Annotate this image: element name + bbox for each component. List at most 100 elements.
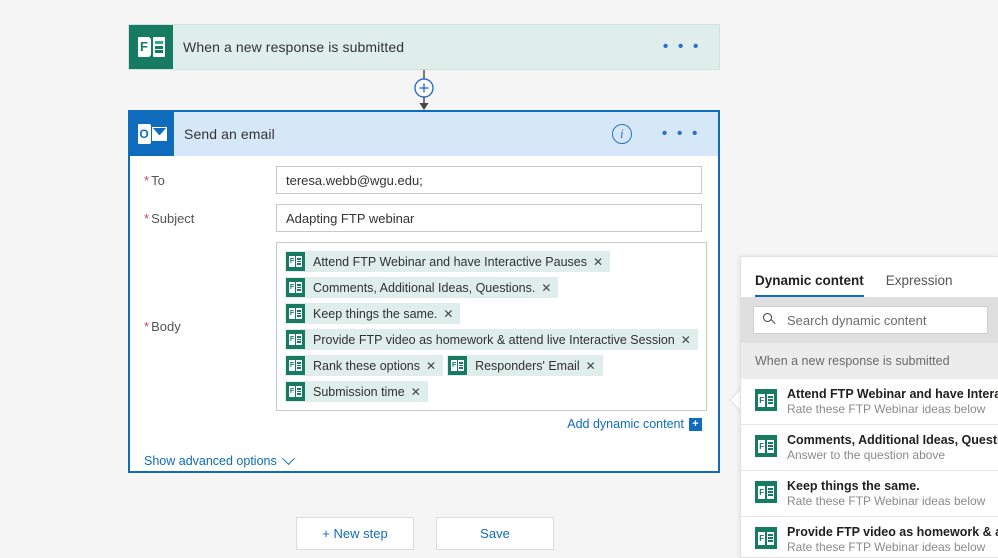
flow-designer-canvas: F When a new response is submitted • • •… [0,0,998,558]
list-item-title: Keep things the same. [787,479,920,493]
plus-icon: + [689,417,702,431]
trigger-card-when-a-new-response-is-submitted[interactable]: F When a new response is submitted • • • [128,24,720,70]
token-remove-icon[interactable]: ✕ [677,334,698,346]
field-row-to: * To [130,156,718,194]
add-dynamic-content-row: Add dynamic content + [130,411,718,431]
list-item-title: Provide FTP video as homework & a [787,525,998,539]
body-token-line: F Attend FTP Webinar and have Interactive… [285,251,698,272]
body-token-line: F Keep things the same. ✕ [285,303,698,324]
list-item-title: Comments, Additional Ideas, Questi [787,433,998,447]
add-dynamic-content-label: Add dynamic content [567,417,684,431]
show-advanced-options-button[interactable]: Show advanced options [144,451,295,468]
action-overflow-menu-icon[interactable]: • • • [644,126,718,142]
trigger-overflow-menu-icon[interactable]: • • • [645,39,719,55]
show-advanced-options-label: Show advanced options [144,454,277,468]
info-icon[interactable]: i [611,124,632,144]
token-label: Keep things the same. [313,306,438,321]
body-token-line: F Provide FTP video as homework & attend … [285,329,698,350]
microsoft-forms-icon: F [286,382,305,401]
list-item-subtitle: Rate these FTP Webinar ideas below [787,540,986,554]
required-marker: * [144,173,150,188]
token-label: Attend FTP Webinar and have Interactive … [313,254,587,269]
microsoft-forms-icon: F [755,481,777,503]
dynamic-content-token[interactable]: F Attend FTP Webinar and have Interactive… [285,251,611,272]
microsoft-forms-icon: F [755,389,777,411]
to-input[interactable] [276,166,702,194]
list-item[interactable]: F Attend FTP Webinar and have Intera Rate … [741,379,998,425]
dynamic-content-token[interactable]: F Submission time ✕ [285,381,428,402]
field-label-body: * Body [144,319,181,334]
microsoft-forms-icon: F [286,356,305,375]
list-item-subtitle: Rate these FTP Webinar ideas below [787,402,986,416]
microsoft-forms-icon: F [286,330,305,349]
list-item-subtitle: Rate these FTP Webinar ideas below [787,494,986,508]
token-label: Responders' Email [475,358,580,373]
tab-dynamic-content[interactable]: Dynamic content [755,273,864,297]
token-remove-icon[interactable]: ✕ [407,386,428,398]
token-remove-icon[interactable]: ✕ [537,282,558,294]
subject-input[interactable] [276,204,702,232]
dynamic-content-group-header: When a new response is submitted [741,343,998,379]
field-label-subject: * Subject [144,211,195,226]
action-form: *To *Subject *Body [130,156,718,468]
dynamic-content-token[interactable]: F Comments, Additional Ideas, Questions. ✕ [285,277,559,298]
required-marker: * [144,319,150,334]
add-dynamic-content-button[interactable]: Add dynamic content + [567,417,702,431]
dynamic-content-token[interactable]: F Responders' Email ✕ [447,355,603,376]
microsoft-forms-icon: F [755,435,777,457]
list-item-title: Attend FTP Webinar and have Intera [787,387,998,401]
field-row-subject: * Subject [130,194,718,232]
token-remove-icon[interactable]: ✕ [439,308,460,320]
flow-action-buttons: + New step Save [296,517,554,550]
dynamic-content-panel[interactable]: Dynamic content Expression Search dynami… [740,256,998,558]
dynamic-content-search-wrap: Search dynamic content [741,297,998,343]
flow-connector [414,70,434,110]
field-row-body: * Body F Attend FTP Webinar and have Inter… [130,232,718,411]
list-item[interactable]: F Comments, Additional Ideas, Questi Answe… [741,425,998,471]
list-item-text: Provide FTP video as homework & a Rate th… [787,525,998,554]
list-item-text: Attend FTP Webinar and have Intera Rate t… [787,387,998,416]
chevron-down-icon [281,451,295,465]
outlook-icon: O [130,112,174,156]
list-item-text: Keep things the same. Rate these FTP Webi… [787,479,988,508]
search-input-placeholder[interactable]: Search dynamic content [787,313,926,328]
body-token-line: F Submission time ✕ [285,381,698,402]
body-rich-text-editor[interactable]: F Attend FTP Webinar and have Interactive… [276,242,707,411]
dynamic-content-list: F Attend FTP Webinar and have Intera Rate … [741,379,998,557]
dynamic-content-token[interactable]: F Rank these options ✕ [285,355,444,376]
token-remove-icon[interactable]: ✕ [582,360,603,372]
tab-expression[interactable]: Expression [886,273,953,297]
microsoft-forms-icon: F [286,278,305,297]
action-card-header[interactable]: O Send an email i • • • [130,112,718,156]
microsoft-forms-icon: F [755,527,777,549]
action-card-send-an-email[interactable]: O Send an email i • • • *To *Su [128,110,720,473]
body-token-line: F Rank these options ✕ F Responders' Email ✕ [285,355,698,376]
dynamic-content-token[interactable]: F Provide FTP video as homework & attend … [285,329,698,350]
microsoft-forms-icon: F [286,252,305,271]
microsoft-forms-icon: F [129,25,173,69]
dynamic-content-tabs: Dynamic content Expression [741,257,998,297]
token-label: Comments, Additional Ideas, Questions. [313,280,536,295]
token-label: Provide FTP video as homework & attend l… [313,332,675,347]
required-marker: * [144,211,150,226]
trigger-card-title: When a new response is submitted [183,39,405,55]
save-button[interactable]: Save [436,517,554,550]
list-item-subtitle: Answer to the question above [787,448,946,462]
token-remove-icon[interactable]: ✕ [422,360,443,372]
dynamic-content-search-box[interactable]: Search dynamic content [753,306,988,334]
list-item[interactable]: F Provide FTP video as homework & a Rate t… [741,517,998,557]
new-step-button[interactable]: + New step [296,517,414,550]
search-icon [763,313,777,327]
microsoft-forms-icon: F [448,356,468,375]
microsoft-forms-icon: F [286,304,305,323]
token-remove-icon[interactable]: ✕ [589,256,610,268]
field-label-to: * To [144,173,165,188]
body-token-line: F Comments, Additional Ideas, Questions. ✕ [285,277,698,298]
advanced-options-row: Show advanced options [130,431,718,468]
list-item-text: Comments, Additional Ideas, Questi Answer… [787,433,998,462]
token-label: Rank these options [313,358,421,373]
dynamic-content-token[interactable]: F Keep things the same. ✕ [285,303,461,324]
list-item[interactable]: F Keep things the same. Rate these FTP Web… [741,471,998,517]
action-card-title: Send an email [184,126,275,142]
token-label: Submission time [313,384,405,399]
